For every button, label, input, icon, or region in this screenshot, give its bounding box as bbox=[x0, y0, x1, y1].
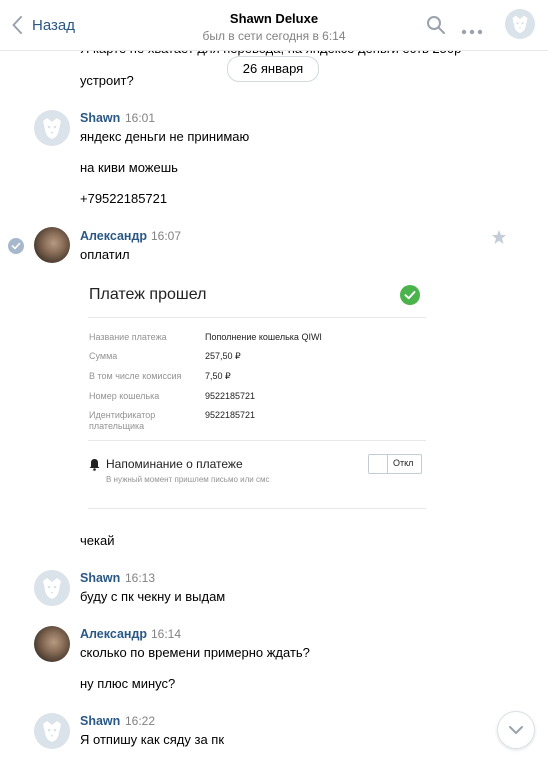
message-time[interactable]: 16:01 bbox=[125, 111, 155, 125]
avatar[interactable] bbox=[34, 713, 70, 749]
payment-row-label: Идентификатор bbox=[89, 410, 156, 420]
payment-receipt[interactable]: Платеж прошел Название платежа Пополнени… bbox=[80, 275, 430, 510]
payment-row-value: 257,50 ₽ bbox=[205, 351, 241, 361]
payment-row-value: 9522185721 bbox=[205, 410, 256, 420]
message-text: +79522185721 bbox=[80, 191, 168, 206]
date-separator: 26 января bbox=[227, 56, 319, 82]
message-time[interactable]: 16:22 bbox=[125, 714, 155, 728]
message-text: Я отпишу как сяду за пк bbox=[80, 732, 225, 747]
message-text: оплатил bbox=[80, 247, 130, 262]
message-text: яндекс деньги не принимаю bbox=[80, 129, 250, 144]
message-text: устроит? bbox=[80, 73, 134, 88]
avatar[interactable] bbox=[34, 626, 70, 662]
contact-avatar[interactable] bbox=[505, 9, 535, 39]
payment-row-value: Пополнение кошелька QIWI bbox=[205, 332, 322, 342]
message-author[interactable]: Shawn bbox=[80, 714, 120, 728]
chevron-down-icon bbox=[509, 726, 523, 734]
more-icon[interactable] bbox=[461, 22, 483, 40]
select-message-checkbox[interactable] bbox=[8, 238, 24, 254]
message-author[interactable]: Shawn bbox=[80, 111, 120, 125]
reminder-subtitle: В нужный момент пришлем письмо или смс bbox=[106, 475, 270, 484]
bell-icon bbox=[89, 458, 100, 476]
payment-row-label: плательщика bbox=[89, 421, 145, 431]
message-time[interactable]: 16:07 bbox=[151, 229, 181, 243]
message-text: чекай bbox=[80, 533, 115, 548]
reminder-title: Напоминание о платеже bbox=[106, 457, 243, 471]
dog-avatar-icon bbox=[43, 578, 61, 599]
message-time[interactable]: 16:13 bbox=[125, 571, 155, 585]
message-text: сколько по времени примерно ждать? bbox=[80, 645, 310, 660]
chat-header: Назад Shawn Deluxe был в сети сегодня в … bbox=[0, 0, 548, 51]
checkmark-icon bbox=[400, 285, 420, 305]
avatar[interactable] bbox=[34, 110, 70, 146]
dog-avatar-icon bbox=[512, 15, 528, 34]
payment-row-label: Сумма bbox=[89, 351, 118, 361]
message-author[interactable]: Александр bbox=[80, 229, 147, 243]
toggle-label: Откл bbox=[393, 458, 414, 468]
checkmark-icon bbox=[11, 242, 21, 250]
search-icon[interactable] bbox=[426, 15, 446, 40]
payment-row-value: 9522185721 bbox=[205, 391, 256, 401]
message-text: ну плюс минус? bbox=[80, 676, 176, 691]
divider bbox=[88, 440, 426, 441]
dog-avatar-icon bbox=[43, 118, 61, 139]
message-author[interactable]: Shawn bbox=[80, 571, 120, 585]
payment-row-label: Название платежа bbox=[89, 332, 167, 342]
message-time[interactable]: 16:14 bbox=[151, 627, 181, 641]
toggle-knob bbox=[369, 455, 388, 473]
payment-row-label: Номер кошелька bbox=[89, 391, 160, 401]
message-text: буду с пк чекну и выдам bbox=[80, 589, 226, 604]
divider bbox=[88, 508, 426, 509]
divider bbox=[88, 317, 426, 318]
message-author[interactable]: Александр bbox=[80, 627, 147, 641]
scroll-down-button[interactable] bbox=[497, 711, 535, 749]
star-icon[interactable] bbox=[491, 229, 507, 250]
payment-title: Платеж прошел bbox=[89, 286, 207, 303]
message-text: на киви можешь bbox=[80, 160, 178, 175]
reminder-toggle[interactable]: Откл bbox=[368, 454, 422, 474]
payment-row-value: 7,50 ₽ bbox=[205, 371, 231, 381]
avatar[interactable] bbox=[34, 227, 70, 263]
avatar[interactable] bbox=[34, 570, 70, 606]
dog-avatar-icon bbox=[43, 721, 61, 742]
payment-row-label: В том числе комиссия bbox=[89, 371, 182, 381]
